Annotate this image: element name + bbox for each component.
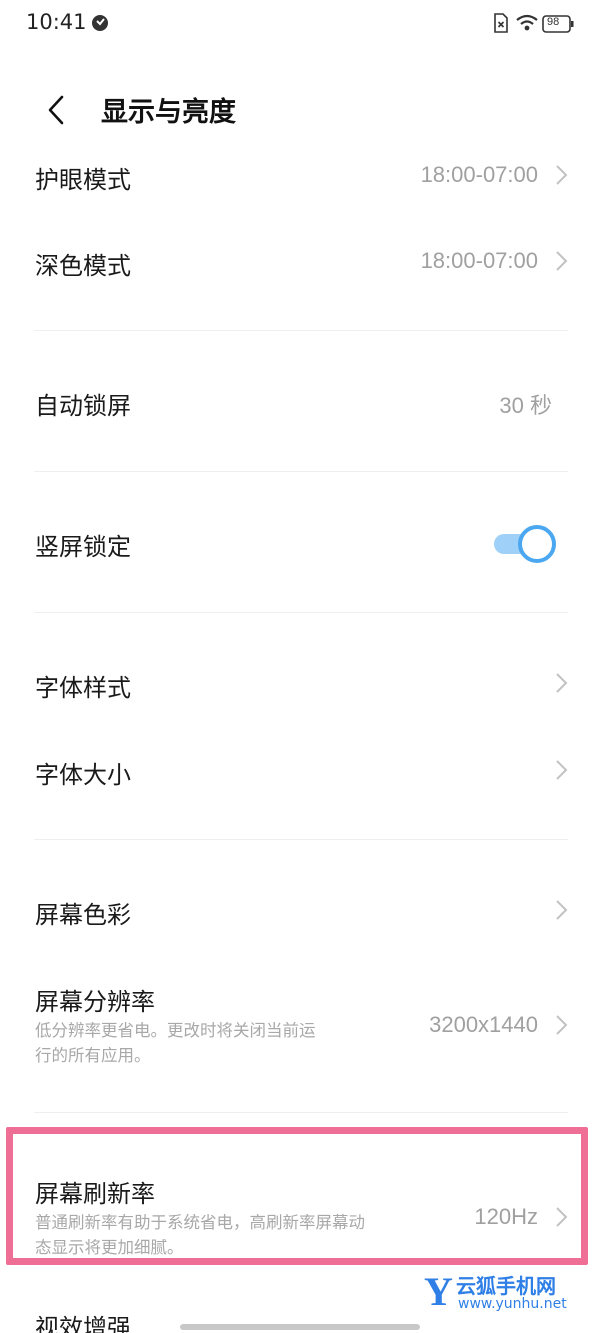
toggle-knob — [518, 525, 556, 563]
home-indicator[interactable] — [180, 1324, 420, 1330]
auto-lock-label: 自动锁屏 — [35, 392, 131, 420]
chevron-right-icon — [554, 672, 568, 694]
eye-protection-label: 护眼模式 — [35, 166, 131, 194]
chevron-right-icon — [554, 164, 568, 186]
resolution-value: 3200x1440 — [429, 1012, 538, 1037]
portrait-lock-toggle[interactable] — [494, 524, 560, 563]
status-bar: 10:41 98 — [0, 0, 600, 50]
divider — [34, 839, 568, 840]
page-title: 显示与亮度 — [101, 97, 236, 128]
dark-mode-row[interactable]: 深色模式 18:00-07:00 — [0, 236, 600, 288]
battery-level: 98 — [547, 16, 560, 28]
chevron-right-icon — [554, 250, 568, 272]
portrait-lock-label: 竖屏锁定 — [35, 533, 131, 561]
sim-absent-icon — [494, 13, 508, 37]
watermark-url: www.yunhu.net — [458, 1296, 567, 1312]
font-style-row[interactable]: 字体样式 — [0, 658, 600, 710]
visual-enhance-label: 视效增强 — [35, 1314, 131, 1333]
divider — [34, 612, 568, 613]
page-header: 显示与亮度 — [0, 70, 600, 150]
resolution-desc-line2: 行的所有应用。 — [35, 1046, 151, 1065]
auto-lock-row[interactable]: 自动锁屏 30 秒 — [0, 376, 600, 428]
back-arrow-icon[interactable] — [40, 92, 76, 128]
chevron-right-icon — [554, 899, 568, 921]
chevron-right-icon — [554, 759, 568, 781]
notification-dot-icon — [91, 14, 109, 36]
resolution-desc-line1: 低分辨率更省电。更改时将关闭当前运 — [35, 1021, 316, 1040]
resolution-row[interactable]: 屏幕分辨率 低分辨率更省电。更改时将关闭当前运 行的所有应用。 3200x144… — [0, 970, 600, 1070]
watermark-name: 云狐手机网 — [456, 1274, 556, 1298]
wifi-icon — [516, 14, 538, 36]
divider — [34, 1112, 568, 1113]
chevron-right-icon — [554, 1014, 568, 1036]
font-style-label: 字体样式 — [35, 674, 131, 702]
watermark: Y 云狐手机网 www.yunhu.net — [424, 1268, 594, 1318]
auto-lock-value: 30 秒 — [499, 393, 552, 418]
status-time: 10:41 — [26, 10, 87, 34]
divider — [34, 330, 568, 331]
font-size-row[interactable]: 字体大小 — [0, 745, 600, 797]
resolution-description: 低分辨率更省电。更改时将关闭当前运 行的所有应用。 — [35, 1018, 395, 1068]
screen-color-label: 屏幕色彩 — [35, 901, 131, 929]
screen-color-row[interactable]: 屏幕色彩 — [0, 885, 600, 937]
dark-mode-value: 18:00-07:00 — [420, 248, 538, 273]
dark-mode-label: 深色模式 — [35, 252, 131, 280]
resolution-label: 屏幕分辨率 — [35, 988, 155, 1016]
eye-protection-value: 18:00-07:00 — [420, 162, 538, 187]
divider — [34, 471, 568, 472]
font-size-label: 字体大小 — [35, 761, 131, 789]
watermark-logo: Y — [424, 1269, 453, 1314]
eye-protection-row[interactable]: 护眼模式 18:00-07:00 — [0, 150, 600, 202]
highlight-box — [6, 1127, 588, 1265]
